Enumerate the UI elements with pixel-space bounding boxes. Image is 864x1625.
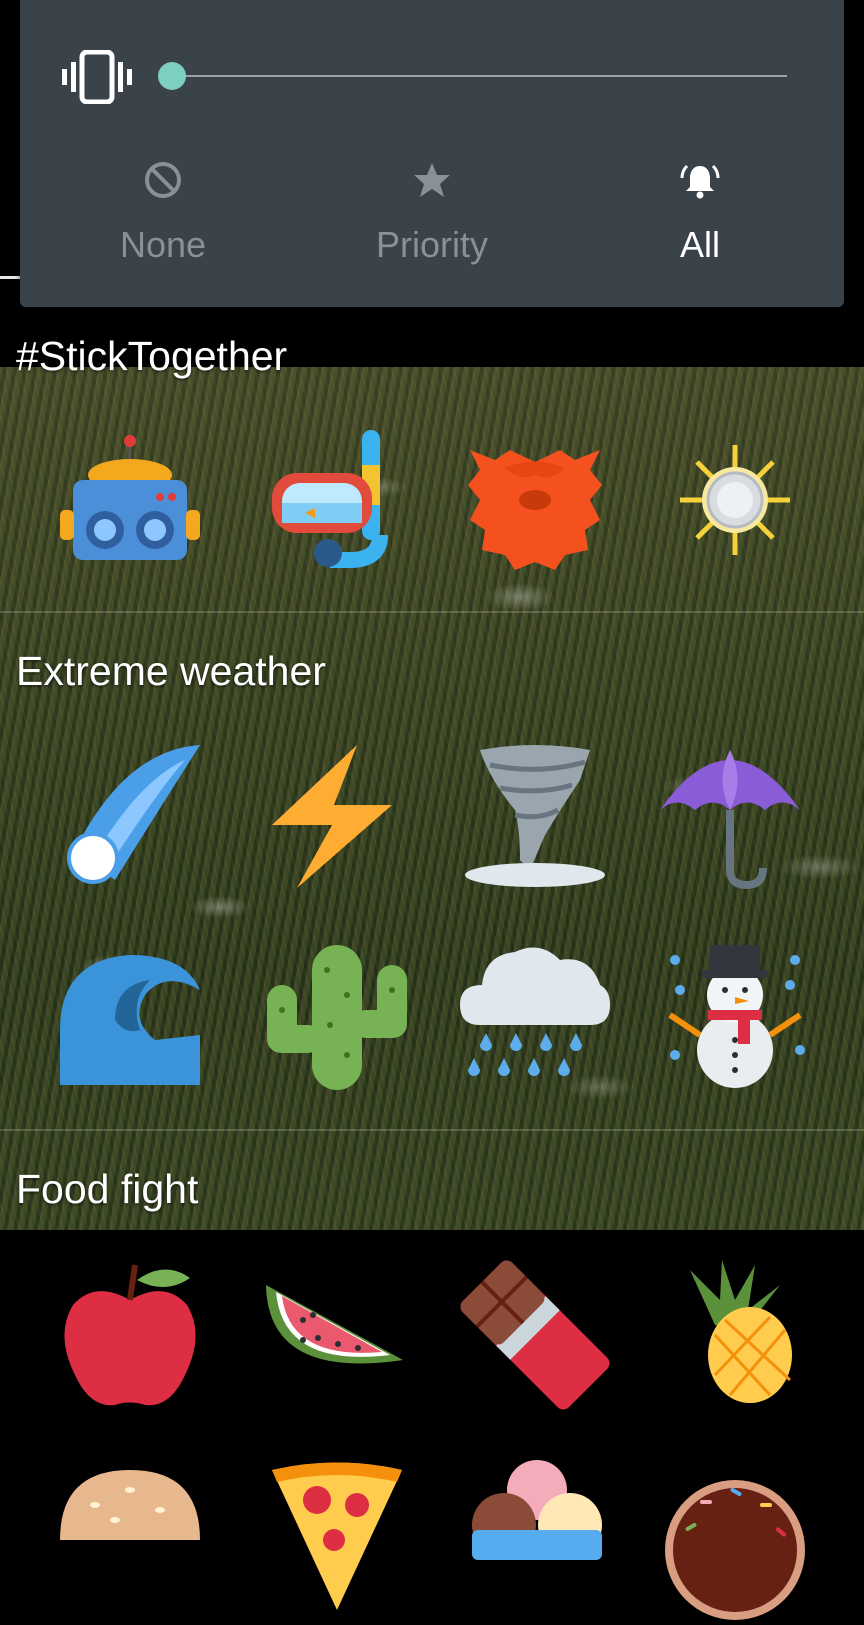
vibrate-icon[interactable]: [62, 50, 132, 104]
section-title-sticktogether: #StickTogether: [16, 333, 288, 379]
section-divider: [0, 611, 864, 613]
bell-ringing-icon: [680, 164, 720, 199]
wave-sticker[interactable]: [55, 940, 205, 1090]
mode-priority-label: Priority: [375, 224, 488, 265]
section-divider: [0, 1129, 864, 1131]
volume-slider-track[interactable]: [172, 75, 787, 77]
burger-sticker[interactable]: [55, 1465, 205, 1615]
apple-sticker[interactable]: [55, 1260, 205, 1410]
mode-priority[interactable]: Priority: [332, 160, 532, 266]
section-title-extreme-weather: Extreme weather: [16, 648, 326, 694]
volume-slider-thumb[interactable]: [158, 62, 186, 90]
pineapple-sticker[interactable]: [660, 1255, 810, 1405]
comet-sticker[interactable]: [55, 740, 205, 890]
umbrella-sticker[interactable]: [655, 740, 805, 890]
red-beard-sticker[interactable]: [460, 430, 610, 580]
star-icon: [414, 163, 450, 197]
mode-none-label: None: [119, 224, 207, 265]
mode-all-label: All: [679, 224, 720, 265]
ice-cream-sticker[interactable]: [462, 1460, 612, 1610]
tornado-sticker[interactable]: [460, 740, 610, 890]
volume-panel: None Priority All: [20, 0, 844, 307]
do-not-disturb-icon: [145, 162, 181, 198]
donut-sticker[interactable]: [660, 1475, 810, 1625]
cactus-sticker[interactable]: [262, 940, 412, 1090]
chocolate-bar-sticker[interactable]: [460, 1260, 610, 1410]
pizza-sticker[interactable]: [262, 1460, 412, 1610]
sparkling-coin-sticker[interactable]: [660, 425, 810, 575]
lightning-sticker[interactable]: [262, 740, 412, 890]
snorkel-mask-sticker[interactable]: [260, 425, 410, 575]
mode-all[interactable]: All: [600, 160, 800, 266]
section-title-food-fight: Food fight: [16, 1166, 199, 1212]
mode-none[interactable]: None: [63, 160, 263, 266]
watermelon-sticker[interactable]: [258, 1260, 408, 1410]
underlying-tab-indicator: [0, 276, 20, 279]
rain-cloud-sticker[interactable]: [460, 940, 610, 1090]
snowman-sticker[interactable]: [660, 940, 810, 1090]
robot-vr-headset-sticker[interactable]: [55, 425, 205, 575]
